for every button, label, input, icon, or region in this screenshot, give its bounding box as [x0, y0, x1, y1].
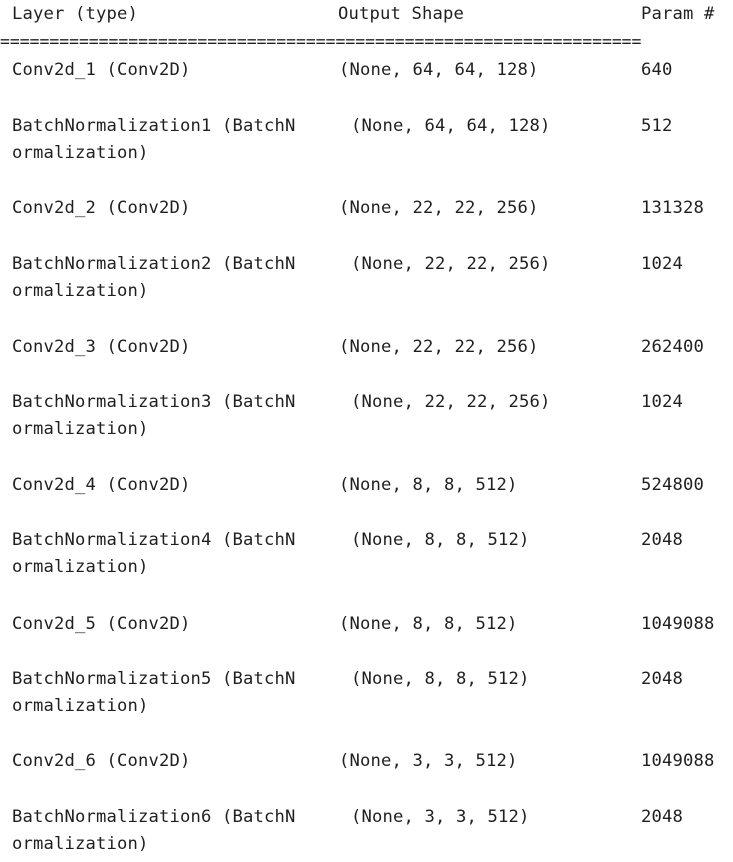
model-summary: Layer (type) Output Shape Param # ======…: [0, 0, 733, 862]
param-count: 2048: [641, 807, 683, 827]
output-shape: (None, 8, 8, 512): [351, 530, 530, 550]
output-shape-header: Output Shape: [338, 4, 464, 24]
param-count: 262400: [641, 337, 704, 357]
param-count-header: Param #: [641, 4, 715, 24]
output-shape: (None, 22, 22, 256): [351, 254, 551, 274]
output-shape: (None, 22, 22, 256): [339, 198, 539, 218]
output-shape: (None, 3, 3, 512): [351, 807, 530, 827]
param-count: 1049088: [641, 751, 715, 771]
layer-name: Conv2d_3 (Conv2D): [12, 337, 191, 357]
layer-name-continuation: ormalization): [12, 281, 149, 301]
layer-name: BatchNormalization5 (BatchN: [12, 669, 296, 689]
layer-name: BatchNormalization4 (BatchN: [12, 530, 296, 550]
output-shape: (None, 64, 64, 128): [339, 60, 539, 80]
output-shape: (None, 64, 64, 128): [351, 116, 551, 136]
param-count: 131328: [641, 198, 704, 218]
param-count: 1024: [641, 254, 683, 274]
param-count: 2048: [641, 530, 683, 550]
param-count: 2048: [641, 669, 683, 689]
layer-name: Conv2d_2 (Conv2D): [12, 198, 191, 218]
output-shape: (None, 3, 3, 512): [339, 751, 518, 771]
layer-name: Conv2d_5 (Conv2D): [12, 614, 191, 634]
layer-name: BatchNormalization3 (BatchN: [12, 392, 296, 412]
layer-name: Conv2d_1 (Conv2D): [12, 60, 191, 80]
param-count: 1049088: [641, 614, 715, 634]
output-shape: (None, 22, 22, 256): [351, 392, 551, 412]
layer-name-continuation: ormalization): [12, 557, 149, 577]
param-count: 524800: [641, 475, 704, 495]
layer-name: Conv2d_6 (Conv2D): [12, 751, 191, 771]
header-separator: ========================================…: [0, 32, 642, 51]
param-count: 512: [641, 116, 673, 136]
layer-name: BatchNormalization1 (BatchN: [12, 116, 296, 136]
layer-name: BatchNormalization2 (BatchN: [12, 254, 296, 274]
layer-name-continuation: ormalization): [12, 696, 149, 716]
param-count: 1024: [641, 392, 683, 412]
layer-type-header: Layer (type): [12, 4, 138, 24]
output-shape: (None, 8, 8, 512): [339, 475, 518, 495]
layer-name: Conv2d_4 (Conv2D): [12, 475, 191, 495]
layer-name: BatchNormalization6 (BatchN: [12, 807, 296, 827]
output-shape: (None, 8, 8, 512): [339, 614, 518, 634]
output-shape: (None, 22, 22, 256): [339, 337, 539, 357]
layer-name-continuation: ormalization): [12, 834, 149, 854]
param-count: 640: [641, 60, 673, 80]
layer-name-continuation: ormalization): [12, 143, 149, 163]
layer-name-continuation: ormalization): [12, 419, 149, 439]
output-shape: (None, 8, 8, 512): [351, 669, 530, 689]
